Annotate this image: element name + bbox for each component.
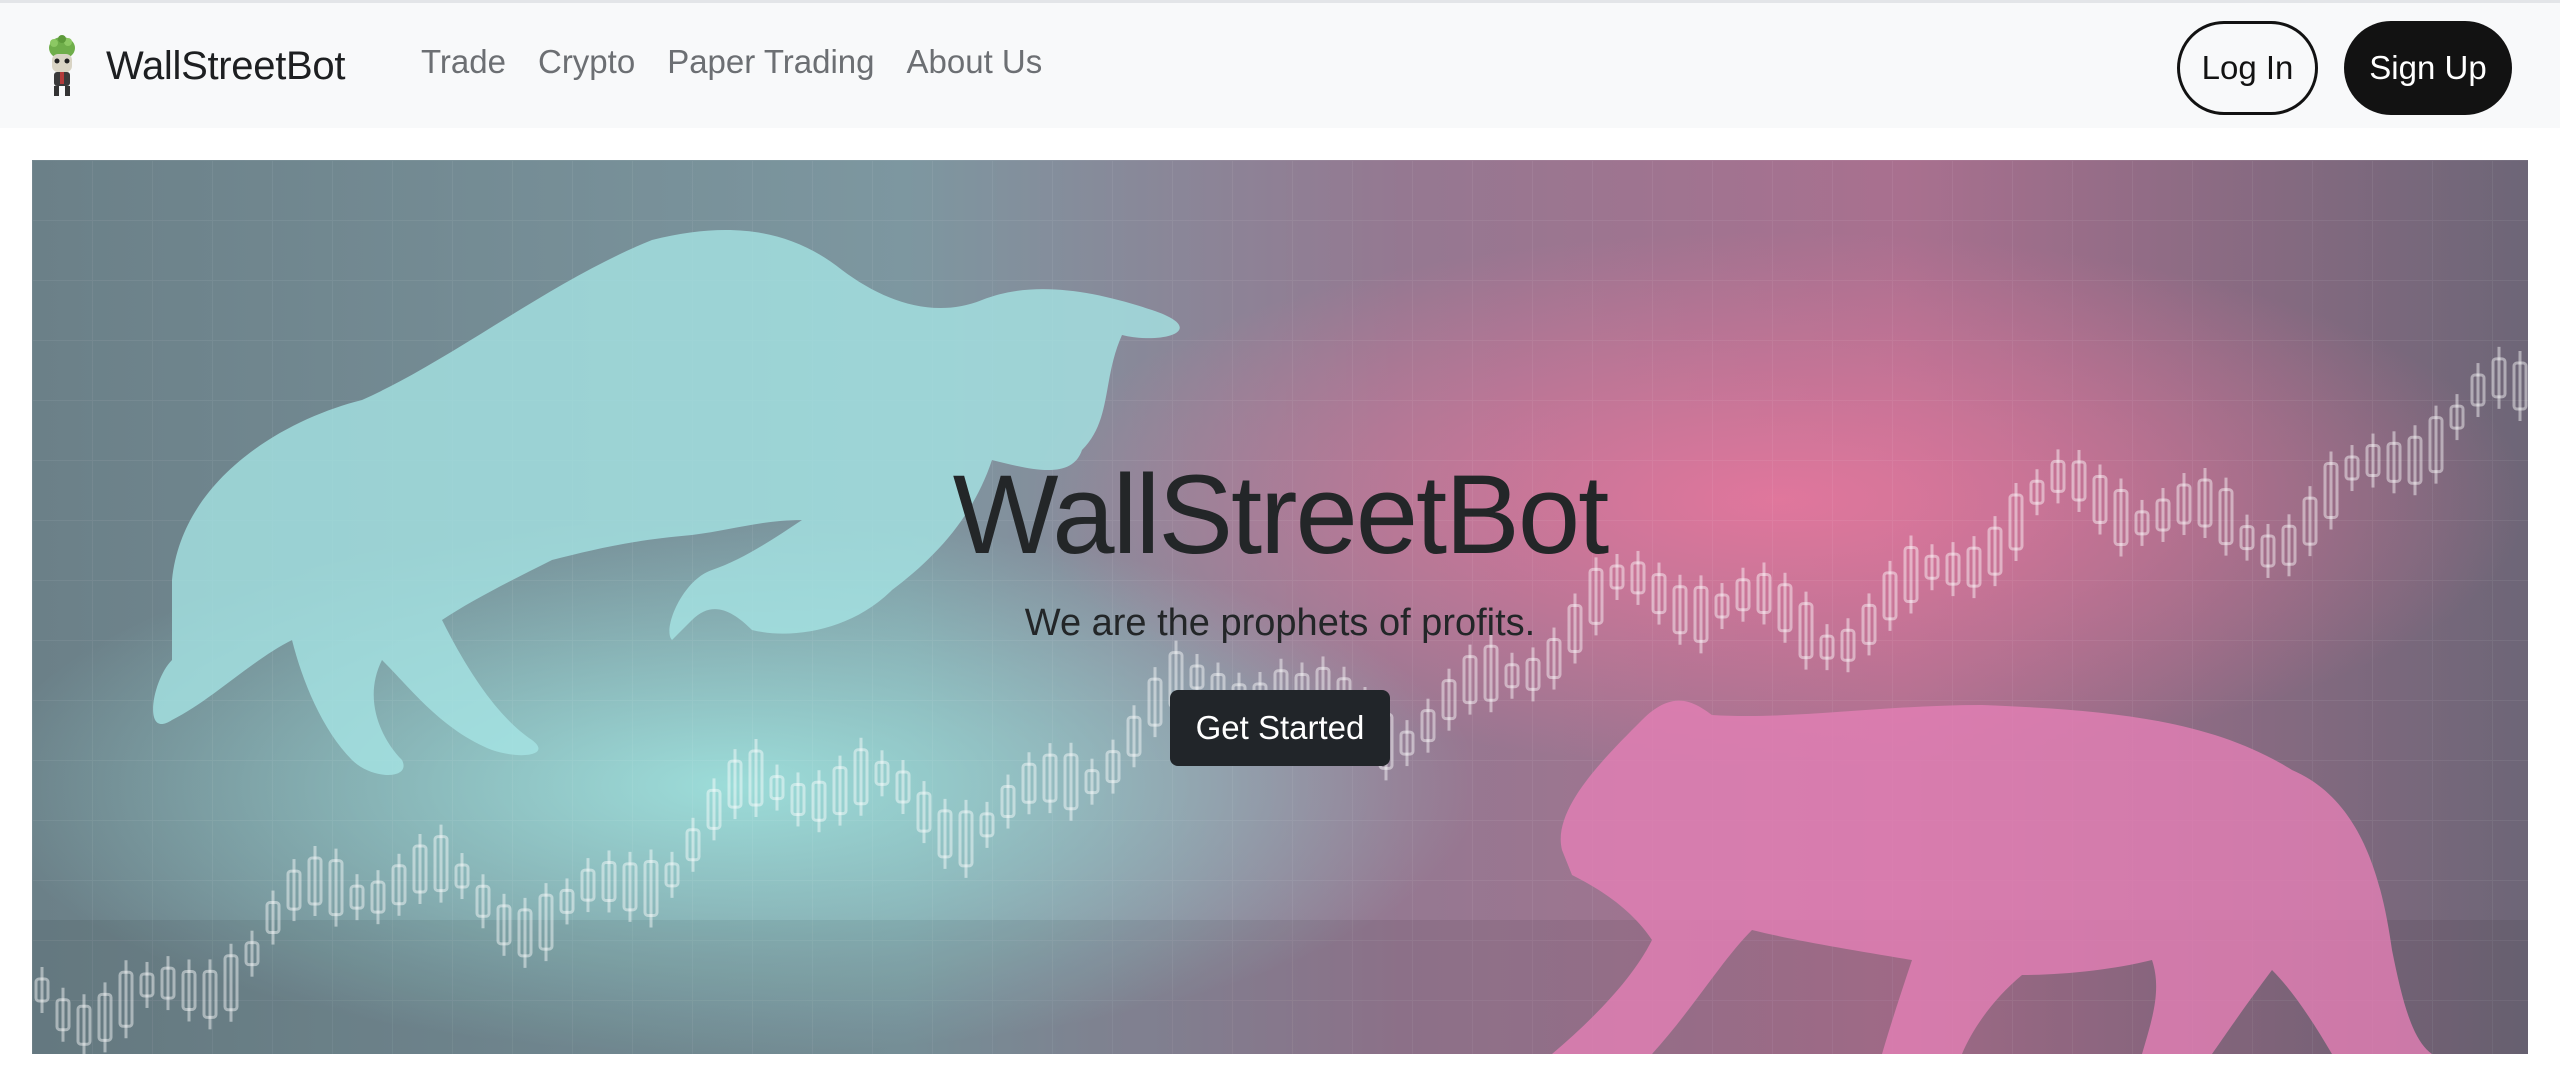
nav-link-about-us[interactable]: About Us <box>907 43 1043 81</box>
login-button[interactable]: Log In <box>2177 21 2318 115</box>
brand[interactable]: WallStreetBot <box>40 33 345 99</box>
hero-banner: WallStreetBot We are the prophets of pro… <box>32 160 2528 1054</box>
nav-links: Trade Crypto Paper Trading About Us <box>405 43 1058 81</box>
bull-mascot-icon <box>49 35 75 96</box>
nav-link-trade[interactable]: Trade <box>421 43 506 81</box>
get-started-button[interactable]: Get Started <box>1170 690 1390 766</box>
nav-link-crypto[interactable]: Crypto <box>538 43 635 81</box>
brand-name: WallStreetBot <box>106 43 346 88</box>
signup-button[interactable]: Sign Up <box>2344 21 2512 115</box>
top-navbar: WallStreetBot Trade Crypto Paper Trading… <box>0 0 2560 128</box>
nav-link-paper-trading[interactable]: Paper Trading <box>667 43 874 81</box>
hero-subtitle: We are the prophets of profits. <box>1024 602 1536 644</box>
hero-title: WallStreetBot <box>952 452 1610 577</box>
